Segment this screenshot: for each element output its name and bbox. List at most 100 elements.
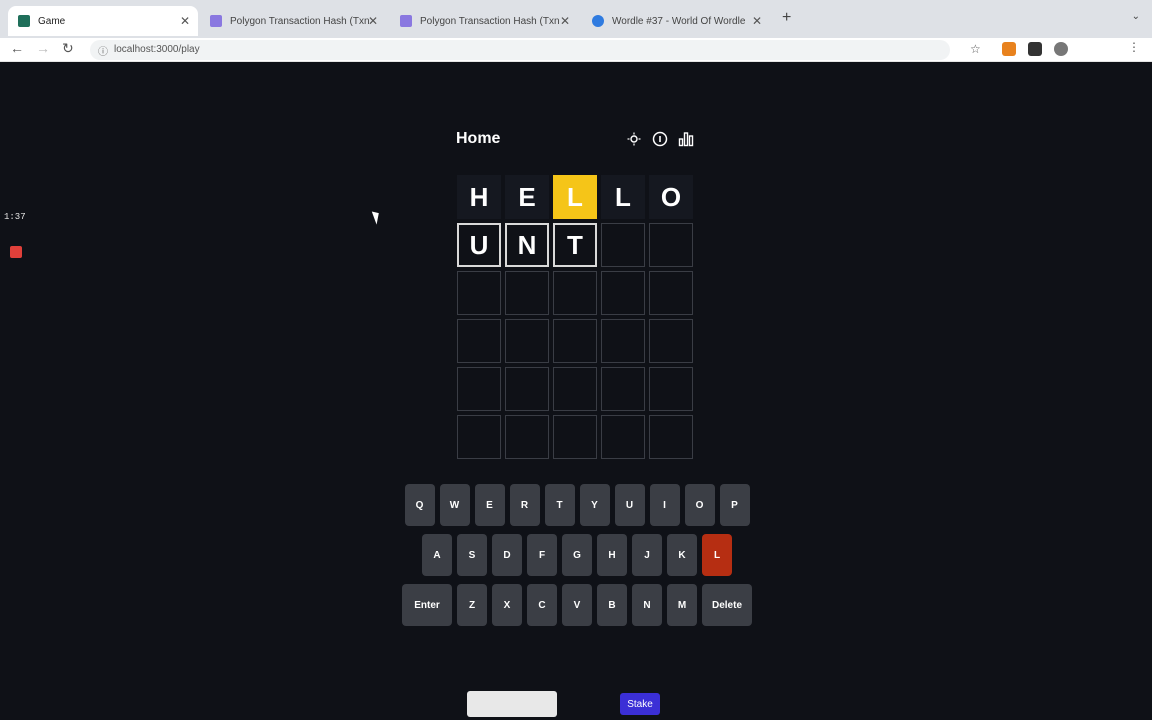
metamask-icon[interactable] xyxy=(1002,42,1016,56)
stop-recording-button[interactable] xyxy=(10,246,22,258)
board-tile xyxy=(553,415,597,459)
tab-game[interactable]: Game ✕ xyxy=(8,6,198,36)
board-tile xyxy=(601,367,645,411)
board-tile: E xyxy=(505,175,549,219)
key-s[interactable]: S xyxy=(457,534,487,576)
sun-icon[interactable] xyxy=(626,131,642,147)
info-icon: ⓘ xyxy=(98,47,108,58)
board-tile xyxy=(457,367,501,411)
board-tile xyxy=(457,271,501,315)
polygon-favicon-icon xyxy=(400,15,412,27)
tab-title: Wordle #37 - World Of Wordle xyxy=(612,15,746,27)
keyboard-row: ASDFGHJKL xyxy=(399,534,755,576)
board-tile xyxy=(649,271,693,315)
address-bar[interactable]: ⓘ localhost:3000/play xyxy=(90,40,950,60)
key-x[interactable]: X xyxy=(492,584,522,626)
board-tile xyxy=(457,415,501,459)
key-d[interactable]: D xyxy=(492,534,522,576)
keyboard-row: QWERTYUIOP xyxy=(399,484,755,526)
key-k[interactable]: K xyxy=(667,534,697,576)
key-y[interactable]: Y xyxy=(579,484,610,526)
board-tile xyxy=(457,319,501,363)
wallet-button[interactable] xyxy=(467,691,557,717)
key-m[interactable]: M xyxy=(667,584,697,626)
back-icon[interactable]: ← xyxy=(10,40,24,56)
board-tile: T xyxy=(553,223,597,267)
board-tile xyxy=(553,319,597,363)
game-favicon-icon xyxy=(18,15,30,27)
tab-title: Polygon Transaction Hash (Txn xyxy=(230,15,370,27)
board-tile: L xyxy=(553,175,597,219)
chevron-down-icon[interactable]: ⌄ xyxy=(1132,11,1140,22)
forward-icon[interactable]: → xyxy=(36,40,50,56)
extensions-icon[interactable] xyxy=(1028,42,1042,56)
header-icons xyxy=(626,131,694,147)
key-r[interactable]: R xyxy=(509,484,540,526)
tab-wordle[interactable]: Wordle #37 - World Of Wordle ✕ xyxy=(582,6,770,36)
tab-bar: Game ✕ Polygon Transaction Hash (Txn ✕ P… xyxy=(0,0,1152,38)
key-c[interactable]: C xyxy=(527,584,557,626)
board-tile xyxy=(505,319,549,363)
keyboard-row: Enter Z X C V B N M Delete xyxy=(399,584,755,626)
tab-title: Polygon Transaction Hash (Txn xyxy=(420,15,560,27)
key-delete[interactable]: Delete xyxy=(702,584,752,626)
game-board: HELLOUNT xyxy=(457,175,693,459)
info-icon[interactable] xyxy=(652,131,668,147)
tab-polygon-1[interactable]: Polygon Transaction Hash (Txn ✕ xyxy=(200,6,386,36)
reload-icon[interactable]: ↻ xyxy=(62,40,74,57)
board-tile xyxy=(505,271,549,315)
board-tile xyxy=(505,367,549,411)
board-tile xyxy=(553,271,597,315)
star-icon[interactable]: ☆ xyxy=(970,42,981,56)
board-tile: H xyxy=(457,175,501,219)
board-tile xyxy=(601,223,645,267)
tab-polygon-2[interactable]: Polygon Transaction Hash (Txn ✕ xyxy=(390,6,578,36)
board-tile: L xyxy=(601,175,645,219)
wordle-favicon-icon xyxy=(592,15,604,27)
board-tile xyxy=(553,367,597,411)
key-o[interactable]: O xyxy=(684,484,715,526)
key-f[interactable]: F xyxy=(527,534,557,576)
board-tile xyxy=(649,415,693,459)
chart-icon[interactable] xyxy=(678,131,694,147)
key-i[interactable]: I xyxy=(649,484,680,526)
board-tile xyxy=(649,319,693,363)
key-n[interactable]: N xyxy=(632,584,662,626)
key-enter[interactable]: Enter xyxy=(402,584,452,626)
board-tile: N xyxy=(505,223,549,267)
close-icon[interactable]: ✕ xyxy=(368,14,378,28)
key-e[interactable]: E xyxy=(474,484,505,526)
key-w[interactable]: W xyxy=(439,484,470,526)
key-l[interactable]: L xyxy=(702,534,732,576)
key-g[interactable]: G xyxy=(562,534,592,576)
board-tile xyxy=(649,367,693,411)
board-tile: U xyxy=(457,223,501,267)
key-z[interactable]: Z xyxy=(457,584,487,626)
board-tile xyxy=(601,319,645,363)
board-tile xyxy=(601,271,645,315)
board-tile xyxy=(505,415,549,459)
menu-icon[interactable]: ⋮ xyxy=(1128,40,1140,54)
key-q[interactable]: Q xyxy=(404,484,435,526)
url-text: localhost:3000/play xyxy=(114,44,200,55)
key-b[interactable]: B xyxy=(597,584,627,626)
on-screen-keyboard: Q W E R T Y U I O P A S D F G H J K L Enter Z X C V B N M Delete xyxy=(399,484,755,634)
new-tab-icon[interactable]: + xyxy=(782,9,791,27)
key-p[interactable]: P xyxy=(719,484,750,526)
key-a[interactable]: A xyxy=(422,534,452,576)
key-t[interactable]: T xyxy=(544,484,575,526)
close-icon[interactable]: ✕ xyxy=(752,14,762,28)
close-icon[interactable]: ✕ xyxy=(560,14,570,28)
polygon-favicon-icon xyxy=(210,15,222,27)
page-title[interactable]: Home xyxy=(456,130,500,148)
tab-title: Game xyxy=(38,15,66,27)
close-icon[interactable]: ✕ xyxy=(180,14,190,28)
key-j[interactable]: J xyxy=(632,534,662,576)
browser-toolbar: ← → ↻ ⓘ localhost:3000/play ☆ ⋮ xyxy=(0,38,1152,62)
key-u[interactable]: U xyxy=(614,484,645,526)
profile-icon[interactable] xyxy=(1054,42,1068,56)
stake-button[interactable]: Stake xyxy=(620,693,660,715)
board-tile xyxy=(649,223,693,267)
key-v[interactable]: V xyxy=(562,584,592,626)
key-h[interactable]: H xyxy=(597,534,627,576)
